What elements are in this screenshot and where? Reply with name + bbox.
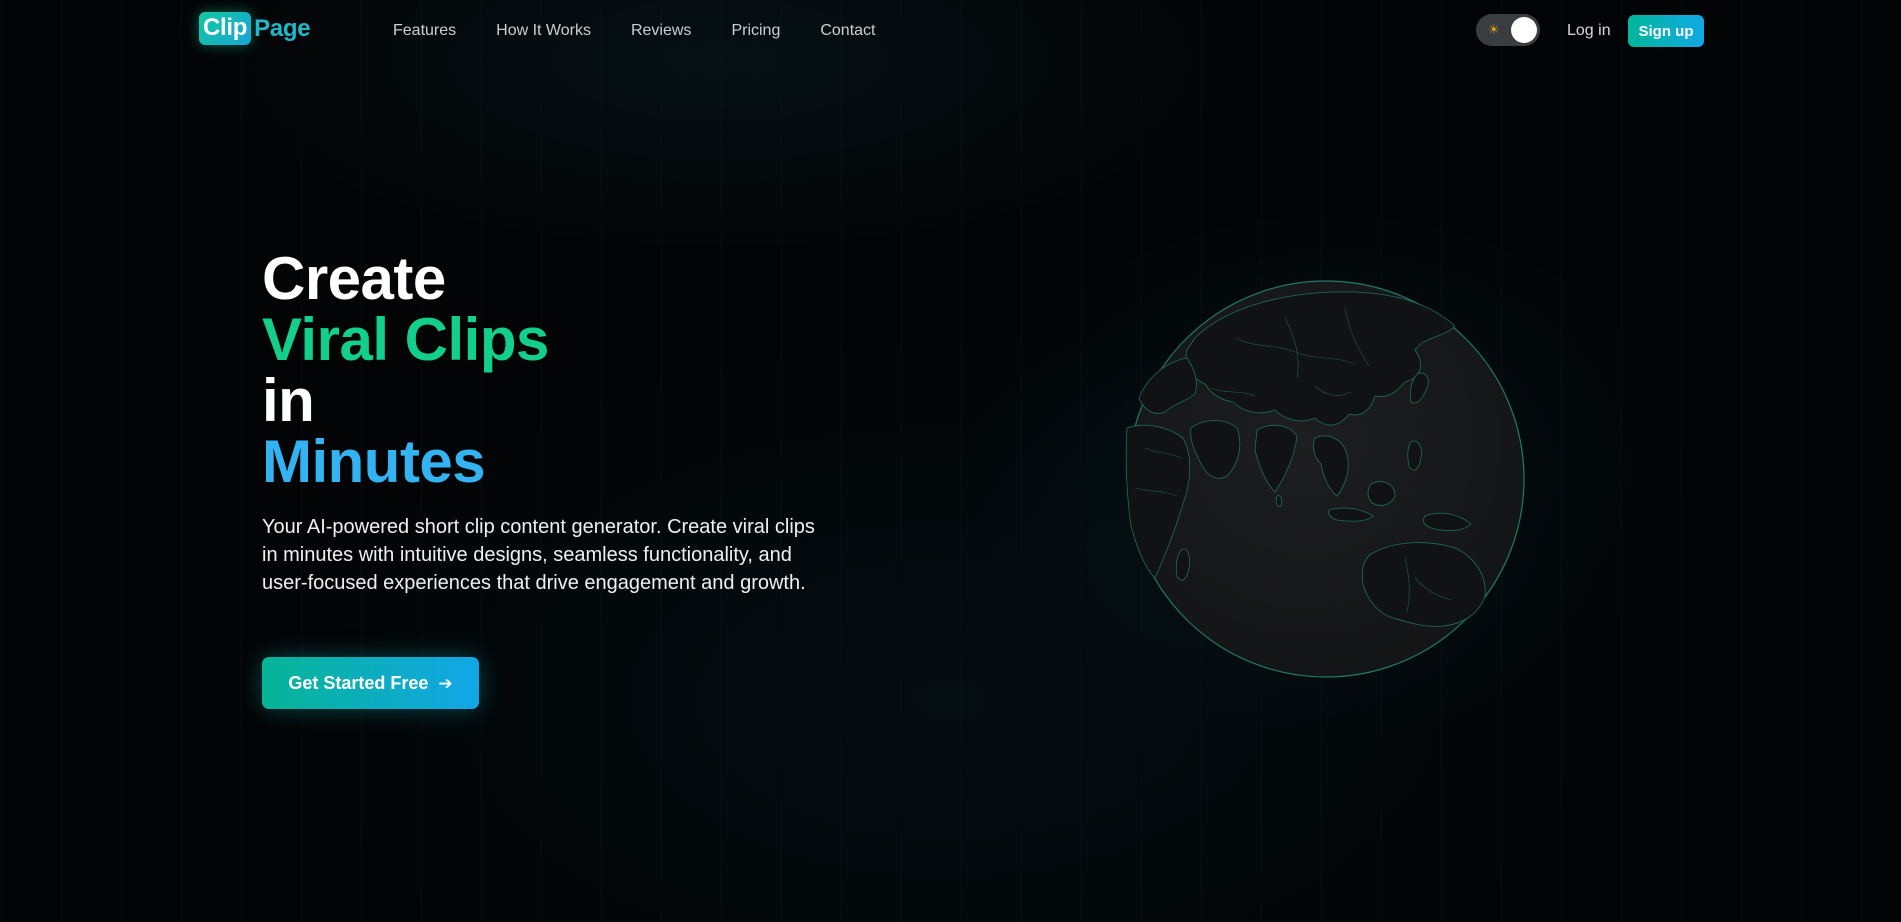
login-link[interactable]: Log in: [1567, 22, 1611, 40]
hero-title: Create Viral Clips in Minutes: [262, 248, 549, 492]
arrow-right-icon: ➔: [438, 673, 453, 693]
nav-links: Features How It Works Reviews Pricing Co…: [393, 22, 915, 40]
get-started-button[interactable]: Get Started Free ➔: [262, 657, 479, 709]
logo-page-text: Page: [254, 14, 311, 42]
landing-page: Clip Page Features How It Works Reviews …: [0, 0, 1901, 922]
toggle-knob: [1511, 17, 1537, 43]
nav-link-pricing[interactable]: Pricing: [731, 22, 780, 40]
hero-title-line-minutes: Minutes: [262, 428, 486, 495]
hero-title-line-in: in: [262, 367, 315, 434]
signup-button[interactable]: Sign up: [1628, 15, 1704, 47]
nav-link-features[interactable]: Features: [393, 22, 456, 40]
logo-clip-text: Clip: [199, 12, 252, 45]
landmass-borneo: [1367, 481, 1396, 506]
get-started-label: Get Started Free: [288, 672, 429, 693]
sun-icon: ☀: [1488, 22, 1500, 37]
nav-link-how-it-works[interactable]: How It Works: [496, 22, 591, 40]
theme-toggle[interactable]: ☀: [1476, 14, 1540, 46]
hero-title-line-create: Create: [262, 245, 446, 312]
globe-illustration: [1125, 278, 1527, 680]
globe-svg: [1125, 280, 1525, 678]
landmass-sri-lanka: [1275, 495, 1283, 507]
nav-link-contact[interactable]: Contact: [820, 22, 875, 40]
hero-title-line-viral-clips: Viral Clips: [262, 306, 549, 373]
hero-description: Your AI-powered short clip content gener…: [262, 516, 815, 594]
nav-link-reviews[interactable]: Reviews: [631, 22, 691, 40]
top-navbar: Clip Page Features How It Works Reviews …: [0, 0, 1901, 62]
logo[interactable]: Clip Page: [199, 12, 311, 45]
